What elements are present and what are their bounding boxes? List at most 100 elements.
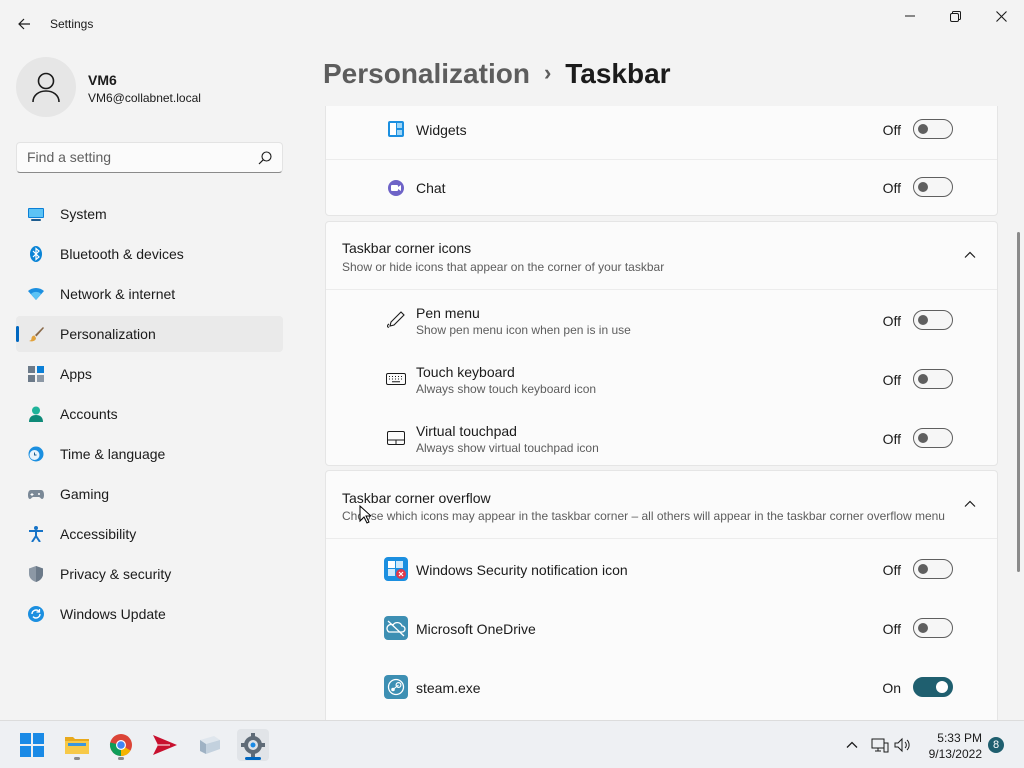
sidebar-item-bluetooth[interactable]: Bluetooth & devices — [16, 236, 283, 272]
chevron-up-icon[interactable] — [963, 248, 977, 262]
apps-icon — [28, 366, 44, 382]
back-button[interactable] — [10, 10, 38, 38]
windows-security-toggle[interactable] — [913, 559, 953, 579]
brush-icon — [29, 327, 44, 342]
sidebar-item-network[interactable]: Network & internet — [16, 276, 283, 312]
minimize-button[interactable] — [887, 4, 933, 28]
close-button[interactable] — [978, 4, 1024, 28]
touch-keyboard-toggle[interactable] — [913, 369, 953, 389]
breadcrumb-separator: › — [543, 60, 552, 85]
breadcrumb-parent[interactable]: Personalization — [323, 58, 530, 89]
folder-icon — [65, 737, 89, 754]
sidebar-item-privacy[interactable]: Privacy & security — [16, 556, 283, 592]
pen-menu-toggle[interactable] — [913, 310, 953, 330]
app-title: Settings — [50, 17, 94, 31]
steam-toggle[interactable] — [913, 677, 953, 697]
user-name: VM6 — [88, 72, 117, 88]
content-scrollbar[interactable] — [1017, 232, 1020, 572]
sidebar-item-accessibility[interactable]: Accessibility — [16, 516, 283, 552]
show-hidden-icons-button[interactable] — [843, 736, 861, 754]
section-title: Taskbar corner icons — [342, 240, 472, 256]
sidebar-item-label: Apps — [60, 366, 92, 382]
setting-title: Pen menu — [416, 305, 480, 321]
taskbar-items-card: Widgets Off Chat Off — [325, 106, 998, 216]
page-title: Taskbar — [565, 58, 671, 89]
virtual-touchpad-toggle[interactable] — [913, 428, 953, 448]
sidebar-item-time-language[interactable]: Time & language — [16, 436, 283, 472]
chrome-icon — [109, 734, 132, 756]
chat-toggle[interactable] — [913, 177, 953, 197]
setting-title: Virtual touchpad — [416, 423, 517, 439]
setting-row-pen-menu: Pen menu Show pen menu icon when pen is … — [326, 290, 997, 349]
breadcrumb: Personalization › Taskbar — [323, 58, 671, 90]
setting-title: Windows Security notification icon — [416, 562, 628, 578]
speaker-icon — [894, 737, 910, 753]
sidebar-item-label: Windows Update — [60, 606, 166, 622]
search-icon[interactable] — [258, 151, 272, 165]
sidebar-item-accounts[interactable]: Accounts — [16, 396, 283, 432]
volume-tray-icon[interactable] — [894, 736, 912, 754]
section-description: Show or hide icons that appear on the co… — [342, 260, 665, 274]
sidebar-item-label: Accounts — [60, 406, 118, 422]
notification-badge[interactable]: 8 — [988, 737, 1004, 753]
setting-description: Always show touch keyboard icon — [416, 382, 597, 396]
onedrive-toggle[interactable] — [913, 618, 953, 638]
sidebar-item-apps[interactable]: Apps — [16, 356, 283, 392]
person-icon — [29, 406, 43, 422]
setting-title: Chat — [416, 180, 446, 196]
search-input[interactable] — [27, 149, 247, 165]
bluetooth-icon — [30, 246, 42, 262]
sidebar-item-system[interactable]: System — [16, 196, 283, 232]
taskbar-settings[interactable] — [237, 729, 269, 761]
widgets-icon — [386, 119, 406, 139]
network-tray-icon[interactable] — [871, 736, 889, 754]
section-title: Taskbar corner overflow — [342, 490, 491, 506]
toggle-state-label: Off — [882, 313, 901, 329]
sidebar-item-personalization[interactable]: Personalization — [16, 316, 283, 352]
toggle-state-label: Off — [882, 180, 901, 196]
red-arrow-app-icon — [153, 735, 177, 755]
windows-logo-icon — [20, 733, 44, 757]
widgets-toggle[interactable] — [913, 119, 953, 139]
user-email: VM6@collabnet.local — [88, 91, 201, 105]
restore-icon — [949, 10, 961, 22]
sidebar-item-gaming[interactable]: Gaming — [16, 476, 283, 512]
settings-content: Widgets Off Chat Off Taskbar corner icon… — [323, 106, 1000, 720]
taskbar: 5:33 PM 9/13/2022 8 — [0, 720, 1024, 768]
shield-icon — [29, 566, 43, 582]
toggle-state-label: Off — [882, 562, 901, 578]
setting-row-touch-keyboard: Touch keyboard Always show touch keyboar… — [326, 349, 997, 408]
monitor-icon — [28, 208, 44, 221]
setting-row-chat: Chat Off — [326, 160, 997, 216]
setting-title: Touch keyboard — [416, 364, 515, 380]
steam-icon — [384, 675, 408, 699]
update-icon — [28, 606, 44, 622]
taskbar-app-red[interactable] — [149, 729, 181, 761]
setting-row-widgets: Widgets Off — [326, 106, 997, 158]
taskbar-file-explorer[interactable] — [61, 729, 93, 761]
minimize-icon — [905, 15, 915, 17]
start-button[interactable] — [16, 729, 48, 761]
search-box[interactable] — [16, 142, 283, 173]
sidebar-item-label: Gaming — [60, 486, 110, 502]
wifi-icon — [28, 287, 44, 300]
taskbar-chrome[interactable] — [105, 729, 137, 761]
corner-overflow-header[interactable]: Taskbar corner overflow Choose which ico… — [326, 471, 997, 538]
chevron-up-icon[interactable] — [963, 497, 977, 511]
windows-security-icon — [384, 557, 408, 581]
setting-row-onedrive: Microsoft OneDrive Off — [326, 598, 997, 657]
clock-date[interactable]: 9/13/2022 — [920, 747, 982, 761]
corner-icons-header[interactable]: Taskbar corner icons Show or hide icons … — [326, 222, 997, 289]
sidebar-item-label: System — [60, 206, 107, 222]
title-bar: Settings — [0, 0, 1024, 48]
chat-icon — [386, 178, 406, 198]
toggle-state-label: Off — [882, 431, 901, 447]
setting-row-windows-security: Windows Security notification icon Off — [326, 539, 997, 598]
taskbar-app-gray[interactable] — [193, 729, 225, 761]
sidebar-item-windows-update[interactable]: Windows Update — [16, 596, 283, 632]
clock-time[interactable]: 5:33 PM — [930, 731, 982, 745]
gear-icon — [241, 733, 265, 757]
restore-button[interactable] — [932, 4, 978, 28]
box-app-icon — [200, 736, 220, 754]
avatar[interactable] — [16, 57, 76, 117]
